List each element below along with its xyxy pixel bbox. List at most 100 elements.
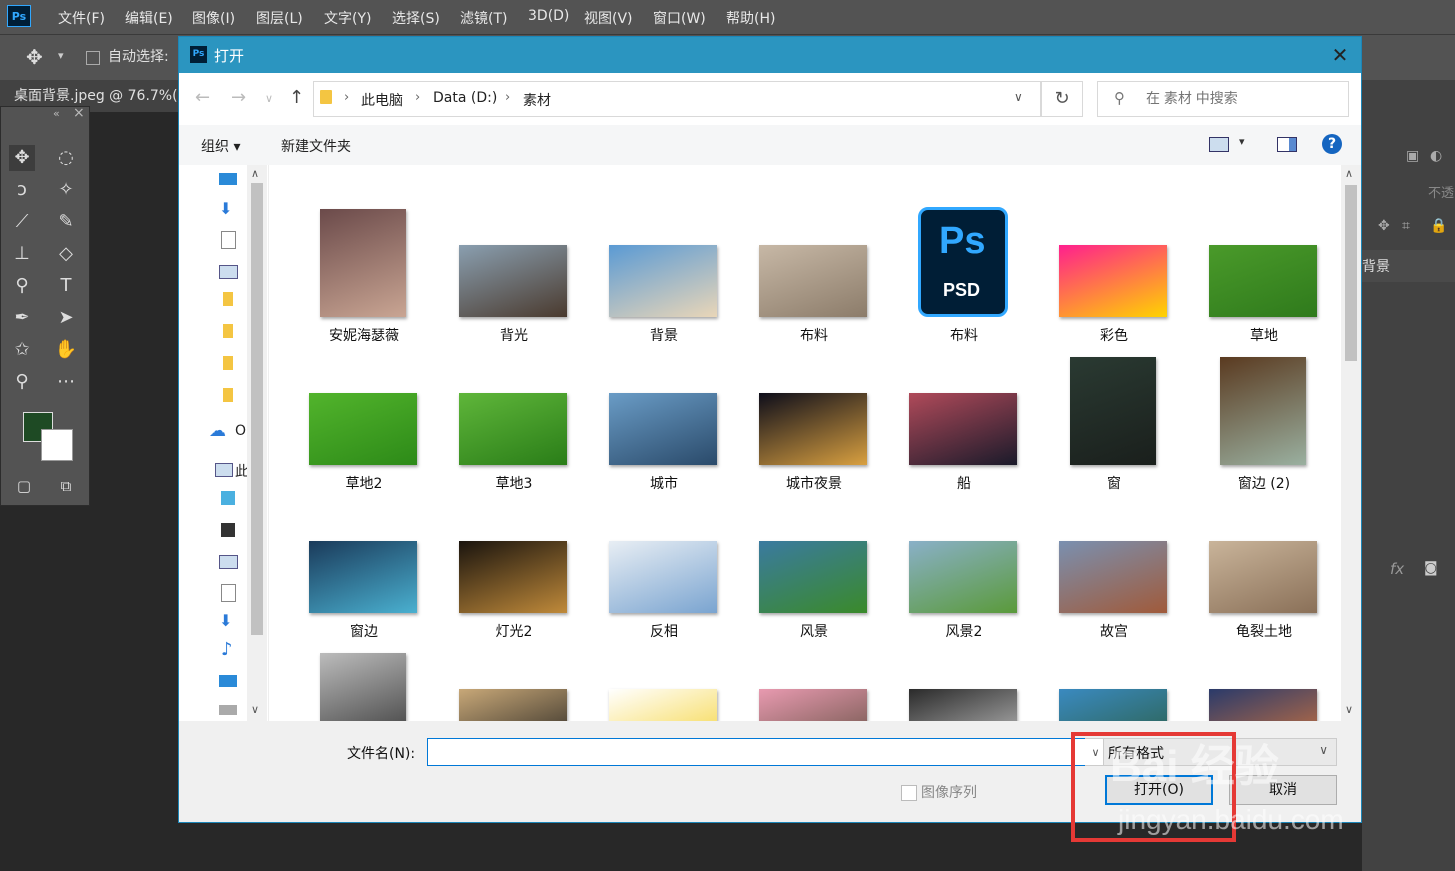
- file-item[interactable]: 船: [889, 341, 1039, 492]
- downloads-icon[interactable]: ⬇: [219, 611, 232, 630]
- videos-icon[interactable]: [221, 523, 235, 537]
- file-item[interactable]: [1189, 637, 1339, 721]
- file-item[interactable]: 城市夜景: [739, 341, 889, 492]
- file-item[interactable]: [589, 637, 739, 721]
- search-box[interactable]: ⚲: [1097, 81, 1349, 117]
- file-item[interactable]: 布料: [739, 193, 889, 344]
- menu-item[interactable]: 文字(Y): [324, 8, 371, 28]
- menu-item[interactable]: 帮助(H): [726, 8, 775, 28]
- eraser-tool-icon[interactable]: ◇: [53, 241, 79, 267]
- magic-wand-icon[interactable]: ✧: [53, 177, 79, 203]
- panel-icon[interactable]: ◐: [1430, 148, 1442, 164]
- preview-pane-icon[interactable]: [1277, 137, 1297, 152]
- onedrive-label[interactable]: O: [235, 423, 246, 439]
- layer-row[interactable]: 背景: [1362, 250, 1455, 282]
- background-color-swatch[interactable]: [41, 429, 73, 461]
- fx-icon[interactable]: fx: [1390, 560, 1404, 578]
- hand-tool-icon[interactable]: ✋: [53, 337, 79, 363]
- forward-arrow-icon[interactable]: →: [231, 87, 246, 108]
- lock-icon[interactable]: 🔒: [1430, 218, 1447, 234]
- pen-tool-icon[interactable]: ✒: [9, 305, 35, 331]
- file-item[interactable]: [739, 637, 889, 721]
- pictures-icon[interactable]: [219, 555, 238, 569]
- drive-icon[interactable]: [219, 705, 237, 715]
- documents-icon[interactable]: [221, 584, 236, 602]
- file-item[interactable]: 背光: [439, 193, 589, 344]
- dodge-tool-icon[interactable]: ⚲: [9, 273, 35, 299]
- move-tool-icon[interactable]: ✥: [9, 145, 35, 171]
- folder-icon[interactable]: [223, 356, 233, 370]
- lock-icon[interactable]: ✥: [1378, 218, 1390, 234]
- downloads-icon[interactable]: ⬇: [219, 199, 232, 218]
- folder-icon[interactable]: [223, 292, 233, 306]
- file-item[interactable]: [1039, 637, 1189, 721]
- file-item[interactable]: 故宫: [1039, 489, 1189, 640]
- marquee-tool-icon[interactable]: ◌: [53, 145, 79, 171]
- brush-tool-icon[interactable]: ✎: [53, 209, 79, 235]
- file-item[interactable]: 窗边: [289, 489, 439, 640]
- file-item[interactable]: 城市: [589, 341, 739, 492]
- up-arrow-icon[interactable]: ↑: [289, 87, 304, 108]
- image-sequence-checkbox[interactable]: [901, 785, 917, 801]
- menu-item[interactable]: 图层(L): [256, 8, 303, 28]
- file-item[interactable]: 灯光2: [439, 489, 589, 640]
- filename-input[interactable]: [427, 738, 1087, 766]
- close-icon[interactable]: ×: [73, 105, 85, 121]
- menu-item[interactable]: 选择(S): [392, 8, 440, 28]
- file-item[interactable]: 安妮海瑟薇: [289, 193, 439, 344]
- music-icon[interactable]: ♪: [221, 639, 233, 660]
- menu-item[interactable]: 滤镜(T): [460, 8, 507, 28]
- recent-locations-chevron-icon[interactable]: ∨: [265, 92, 273, 105]
- scrollbar[interactable]: ∧ ∨: [1341, 165, 1361, 721]
- panel-icon[interactable]: ▣: [1406, 148, 1419, 164]
- desktop-icon[interactable]: [219, 173, 237, 185]
- chevron-down-icon[interactable]: ▾: [1239, 135, 1245, 148]
- menu-item[interactable]: 3D(D): [528, 8, 569, 24]
- more-tools-icon[interactable]: ⋯: [53, 369, 79, 395]
- stamp-tool-icon[interactable]: ⊥: [9, 241, 35, 267]
- scrollbar-thumb[interactable]: [1345, 185, 1357, 361]
- crop-icon[interactable]: ⌗: [1402, 218, 1410, 234]
- mask-icon[interactable]: ◙: [1424, 560, 1438, 576]
- back-arrow-icon[interactable]: ←: [195, 87, 210, 108]
- file-item[interactable]: 风景: [739, 489, 889, 640]
- this-pc-icon[interactable]: [215, 463, 233, 477]
- type-tool-icon[interactable]: T: [53, 273, 79, 299]
- auto-select-checkbox[interactable]: [86, 51, 100, 65]
- file-item[interactable]: Ps PSD 布料: [889, 193, 1039, 344]
- help-icon[interactable]: ?: [1322, 134, 1342, 154]
- file-item[interactable]: 风景2: [889, 489, 1039, 640]
- scrollbar[interactable]: ∧ ∨: [247, 165, 267, 721]
- scroll-down-icon[interactable]: ∨: [251, 703, 259, 716]
- menu-item[interactable]: 视图(V): [584, 8, 633, 28]
- menu-item[interactable]: 编辑(E): [125, 8, 173, 28]
- file-item[interactable]: 反相: [589, 489, 739, 640]
- file-item[interactable]: [289, 637, 439, 721]
- menu-item[interactable]: 图像(I): [192, 8, 235, 28]
- zoom-tool-icon[interactable]: ⚲: [9, 369, 35, 395]
- search-input[interactable]: [1144, 89, 1338, 107]
- file-item[interactable]: 草地: [1189, 193, 1339, 344]
- menu-item[interactable]: 文件(F): [58, 8, 105, 28]
- scrollbar-thumb[interactable]: [251, 183, 263, 635]
- file-item[interactable]: 窗: [1039, 341, 1189, 492]
- collapse-icon[interactable]: «: [53, 107, 60, 120]
- file-item[interactable]: 彩色: [1039, 193, 1189, 344]
- organize-button[interactable]: 组织 ▾: [201, 136, 240, 156]
- menu-item[interactable]: 窗口(W): [653, 8, 706, 28]
- pictures-icon[interactable]: [219, 265, 238, 279]
- file-item[interactable]: 草地3: [439, 341, 589, 492]
- onedrive-icon[interactable]: ☁: [209, 421, 226, 441]
- address-bar[interactable]: › 此电脑 › Data (D:) › 素材 ∨: [313, 81, 1041, 117]
- documents-icon[interactable]: [221, 231, 236, 249]
- quick-mask-icon[interactable]: ▢: [11, 473, 37, 499]
- scroll-up-icon[interactable]: ∧: [251, 167, 259, 180]
- refresh-icon[interactable]: ↻: [1041, 81, 1083, 117]
- desktop-icon[interactable]: [219, 675, 237, 687]
- chevron-down-icon[interactable]: ▾: [58, 49, 64, 62]
- eyedropper-icon[interactable]: ⟋: [9, 209, 35, 235]
- file-item[interactable]: 背景: [589, 193, 739, 344]
- breadcrumb-folder[interactable]: 素材: [523, 90, 551, 110]
- screen-mode-icon[interactable]: ⧉: [53, 473, 79, 499]
- folder-icon[interactable]: [223, 388, 233, 402]
